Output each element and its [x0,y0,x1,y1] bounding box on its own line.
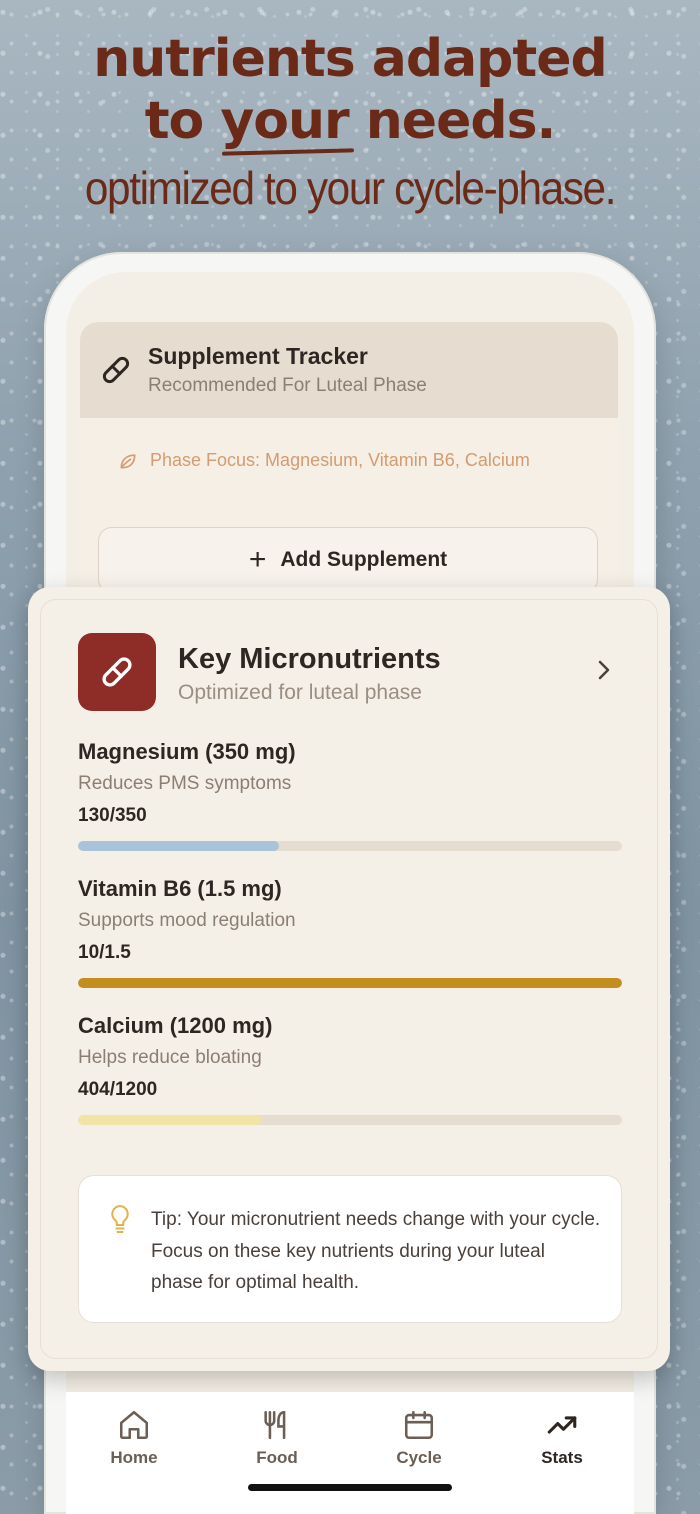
pill-icon [78,633,156,711]
tip-text: Tip: Your micronutrient needs change wit… [151,1209,601,1293]
nutrient-magnesium: Magnesium (350 mg) Reduces PMS symptoms … [78,739,622,851]
supplement-tracker-text: Supplement Tracker Recommended For Lutea… [148,343,427,397]
tab-cycle[interactable]: Cycle [364,1408,474,1468]
tab-home-label: Home [110,1448,158,1467]
phase-focus-text: Phase Focus: Magnesium, Vitamin B6, Calc… [150,450,530,470]
plus-icon: + [248,543,267,576]
utensils-icon [264,1410,286,1440]
nutrient-calcium: Calcium (1200 mg) Helps reduce bloating … [78,1013,622,1125]
key-micronutrients-card: Key Micronutrients Optimized for luteal … [28,587,670,1371]
lightbulb-icon [111,1204,129,1233]
marketing-headline: nutrients adapted to your needs. optimiz… [0,28,700,216]
nutrient-progress-fill [78,978,622,988]
nutrient-description: Reduces PMS symptoms [78,773,292,794]
tab-cycle-label: Cycle [396,1448,442,1467]
headline-line-1: nutrients adapted [93,29,608,89]
trending-up-icon [547,1416,577,1434]
micronutrients-title: Key Micronutrients [178,643,441,675]
add-supplement-button[interactable]: + Add Supplement [98,527,598,593]
home-indicator [248,1484,452,1491]
headline-line-2: to your needs. [0,90,700,152]
nutrient-name: Calcium (1200 mg) [78,1013,273,1038]
supplement-tracker-subtitle: Recommended For Luteal Phase [148,375,427,396]
headline-subline: optimized to your cycle-phase. [84,162,617,214]
home-icon [119,1410,149,1440]
nutrient-description: Supports mood regulation [78,910,296,931]
nutrient-progress-bar [78,841,622,851]
nutrient-progress-fill [78,841,280,851]
tab-food-label: Food [256,1448,298,1467]
supplement-tracker-header[interactable]: Supplement Tracker Recommended For Lutea… [80,322,618,418]
phase-focus: Phase Focus: Magnesium, Vitamin B6, Calc… [118,450,530,471]
tab-stats-label: Stats [541,1448,583,1467]
nutrient-name: Vitamin B6 (1.5 mg) [78,876,282,901]
leaf-icon [120,453,136,468]
supplement-tracker-card: Supplement Tracker Recommended For Lutea… [80,322,618,597]
supplement-tracker-title: Supplement Tracker [148,343,368,369]
tab-food[interactable]: Food [222,1408,332,1468]
bottom-tab-bar: Home Food Cycle Stats [66,1392,634,1514]
nutrient-value: 404/1200 [78,1079,158,1100]
tab-home[interactable]: Home [79,1408,189,1468]
nutrient-name: Magnesium (350 mg) [78,739,296,764]
headline-your-underlined: your [220,91,349,151]
nutrient-value: 130/350 [78,805,147,826]
headline-to: to [144,91,221,151]
calendar-icon [404,1410,434,1440]
nutrient-description: Helps reduce bloating [78,1047,262,1068]
pill-icon [102,356,130,384]
headline-needs: needs. [348,91,556,151]
add-supplement-label: Add Supplement [280,548,448,571]
chevron-right-icon[interactable] [596,659,612,681]
nutrient-vitamin-b6: Vitamin B6 (1.5 mg) Supports mood regula… [78,876,622,988]
nutrient-progress-bar [78,1115,622,1125]
tip-box: Tip: Your micronutrient needs change wit… [78,1175,622,1323]
micronutrients-subtitle: Optimized for luteal phase [178,681,422,704]
nutrient-progress-bar [78,978,622,988]
nutrient-progress-fill [78,1115,262,1125]
tab-stats[interactable]: Stats [507,1408,617,1468]
nutrient-value: 10/1.5 [78,942,131,963]
